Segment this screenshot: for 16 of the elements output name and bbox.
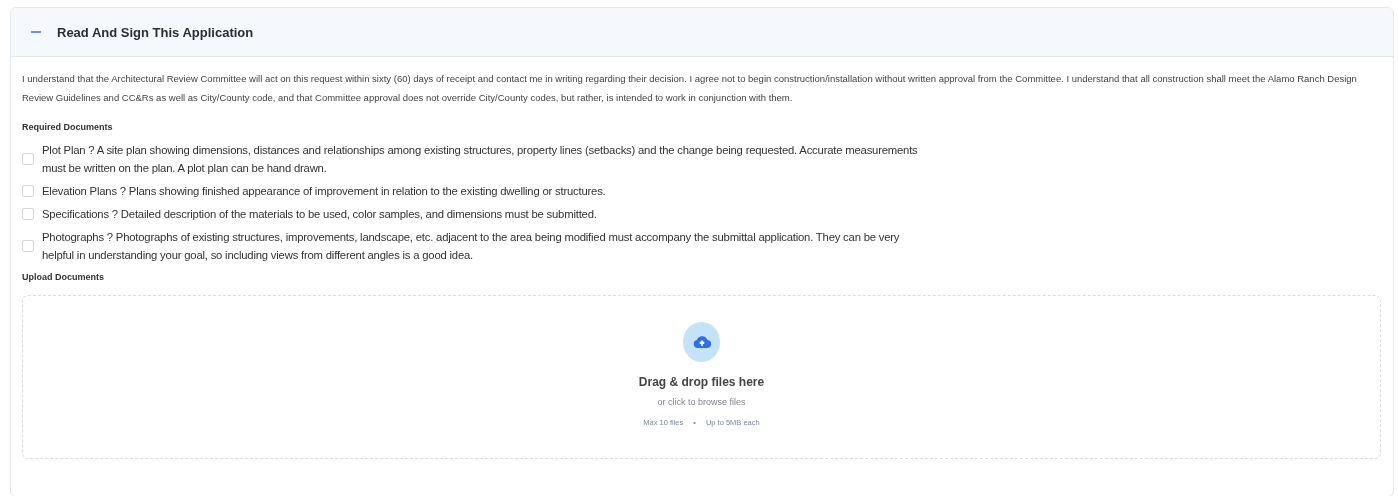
dropzone-title: Drag & drop files here [638, 375, 765, 389]
checkbox[interactable] [22, 153, 34, 165]
agreement-text: I understand that the Architectural Review Committee will act on this request within sixty (60) days of receipt and contact me in writing regarding their decision. I agree not to begin construction/installation without written approval from the Committee. I understand that all construction shall meet the Alamo Ranch Design Review Guidelines and CC&Rs as well as City/County code, and that Committee approval does not override City/County codes, but rather, is intended to work in conjunction with them. [22, 72, 1358, 105]
checkbox-label: Photographs ? Photographs of existing structures, improvements, landscape, etc. adjacent to the area being modified must accompany the submittal application. They can be very helpful in understanding your goal, so including views from different angles is a good idea. [42, 230, 901, 263]
checkbox-label: Elevation Plans ? Plans showing finished appearance of improvement in relation to the existing dwelling or structures. [42, 184, 606, 199]
checkbox-label: Plot Plan ? A site plan showing dimensions, distances and relationships among existing structures, property lines (setbacks) and the change being requested. Accurate measurements must be written on the plan. A plot plan can be hand drawn. [42, 143, 919, 176]
checkbox[interactable] [22, 185, 34, 197]
section-heading: Required Documents [22, 122, 114, 132]
section-header[interactable]: Read And Sign This Application [11, 8, 1393, 57]
browse-hint: or click to browse files [657, 397, 746, 407]
checkbox-label: Specifications ? Detailed description of the materials to be used, color samples, and dimensions must be submitted. [42, 207, 597, 222]
checkbox[interactable] [22, 208, 34, 220]
upload-cloud-icon [683, 322, 720, 362]
checkbox[interactable] [22, 240, 34, 252]
section-heading: Upload Documents [22, 272, 105, 282]
section-title: Read And Sign This Application [57, 24, 254, 40]
